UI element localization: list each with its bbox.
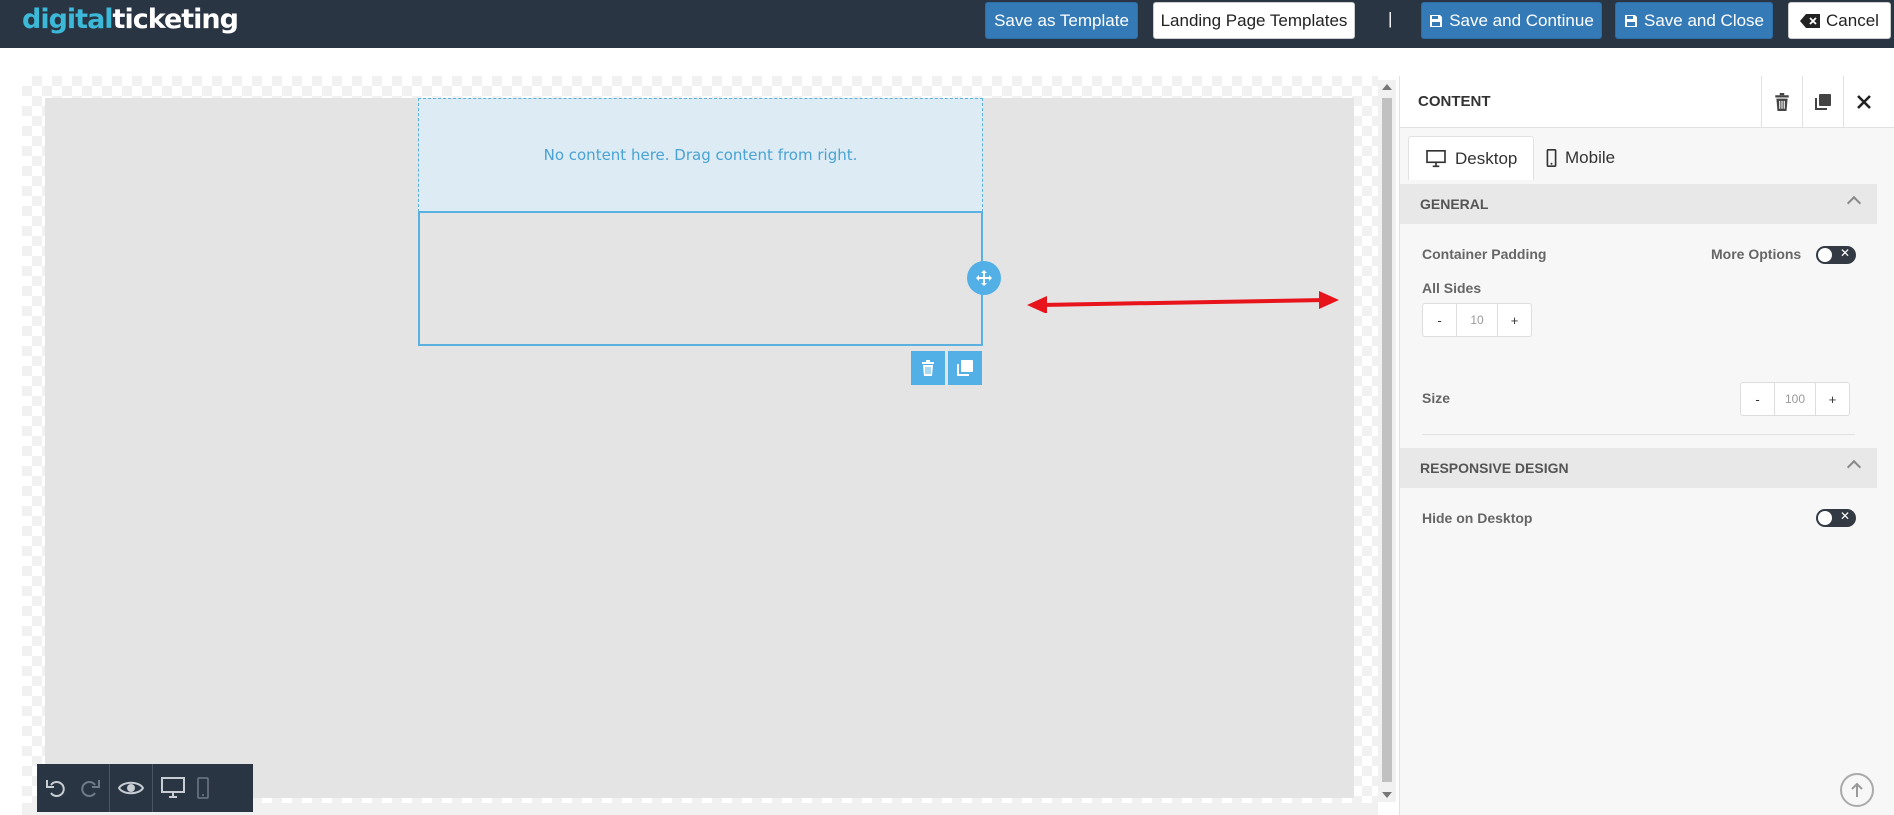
landing-page-templates-label: Landing Page Templates [1160, 10, 1348, 30]
panel-title: CONTENT [1418, 93, 1491, 110]
delete-row-button[interactable] [911, 351, 945, 385]
panel-header: CONTENT [1400, 76, 1894, 128]
floppy-disk-icon [1624, 14, 1637, 27]
size-value-input[interactable]: 100 [1775, 383, 1815, 415]
top-bar: digitalticketing Save as Template Landin… [0, 0, 1894, 48]
save-and-close-button[interactable]: Save and Close [1615, 2, 1773, 39]
resize-arrow-annotation [1027, 291, 1339, 313]
size-increment-button[interactable]: + [1815, 383, 1849, 415]
toggle-knob [1818, 511, 1832, 525]
size-decrement-button[interactable]: - [1741, 383, 1775, 415]
toggle-off-icon: ✕ [1839, 246, 1850, 260]
size-label: Size [1422, 390, 1451, 406]
duplicate-content-button[interactable] [1802, 76, 1843, 128]
save-and-close-label: Save and Close [1643, 10, 1765, 30]
device-group [153, 764, 217, 812]
close-panel-button[interactable] [1843, 76, 1884, 128]
container-padding-label: Container Padding [1422, 246, 1547, 262]
tab-mobile-label: Mobile [1565, 148, 1616, 167]
toggle-off-icon: ✕ [1839, 509, 1850, 523]
eye-icon[interactable] [118, 779, 144, 797]
padding-decrement-button[interactable]: - [1423, 304, 1457, 336]
device-tabs: Desktop Mobile [1400, 128, 1894, 184]
general-heading: GENERAL [1420, 196, 1489, 212]
responsive-heading: RESPONSIVE DESIGN [1420, 460, 1569, 476]
save-as-template-button[interactable]: Save as Template [985, 2, 1138, 39]
padding-value-input[interactable]: 10 [1457, 304, 1497, 336]
save-and-continue-button[interactable]: Save and Continue [1421, 2, 1602, 39]
copy-icon [957, 360, 973, 376]
preview-group [110, 764, 153, 812]
responsive-section-header[interactable]: RESPONSIVE DESIGN [1400, 448, 1877, 488]
section-divider [1422, 434, 1855, 435]
tab-desktop[interactable]: Desktop [1408, 136, 1535, 180]
save-and-continue-label: Save and Continue [1449, 10, 1594, 30]
editor-toolbar [37, 764, 253, 812]
scroll-up-icon[interactable] [1382, 84, 1392, 90]
history-group [37, 764, 110, 812]
copy-icon [1815, 94, 1831, 110]
landing-page-templates-button[interactable]: Landing Page Templates [1153, 2, 1355, 39]
more-options-toggle[interactable]: ✕ [1816, 246, 1856, 264]
tab-mobile[interactable]: Mobile [1530, 136, 1631, 180]
chevron-up-icon [1846, 195, 1862, 211]
duplicate-row-button[interactable] [948, 351, 982, 385]
scroll-down-icon[interactable] [1382, 792, 1392, 798]
all-sides-label: All Sides [1422, 280, 1482, 296]
more-options-label: More Options [1711, 246, 1802, 262]
scroll-to-top-button[interactable] [1840, 773, 1874, 807]
mobile-icon [1546, 149, 1557, 167]
logo-ticketing: ticketing [112, 4, 239, 35]
logo-digital: digital [22, 4, 114, 35]
cancel-button[interactable]: Cancel [1788, 2, 1891, 39]
move-arrows-icon [976, 270, 992, 286]
hide-on-desktop-label: Hide on Desktop [1422, 510, 1533, 526]
delete-content-button[interactable] [1761, 76, 1802, 128]
content-properties-panel: CONTENT Desktop Mobile GENERAL Container… [1399, 76, 1894, 815]
hide-on-desktop-toggle[interactable]: ✕ [1816, 509, 1856, 527]
tab-desktop-label: Desktop [1455, 148, 1518, 168]
move-handle[interactable] [967, 261, 1001, 295]
trash-icon [1775, 93, 1789, 111]
redo-icon[interactable] [79, 777, 101, 799]
general-section-header[interactable]: GENERAL [1400, 184, 1877, 224]
toggle-knob [1818, 248, 1832, 262]
desktop-icon[interactable] [161, 777, 185, 799]
padding-increment-button[interactable]: + [1497, 304, 1531, 336]
empty-content-message: No content here. Drag content from right… [543, 146, 858, 164]
selected-row[interactable] [418, 211, 983, 346]
empty-content-dropzone[interactable]: No content here. Drag content from right… [418, 98, 983, 212]
trash-icon [922, 360, 934, 376]
scrollbar-thumb[interactable] [1382, 98, 1392, 782]
arrow-up-icon [1851, 782, 1863, 797]
logo[interactable]: digitalticketing [22, 4, 239, 35]
canvas-vertical-scrollbar[interactable] [1378, 80, 1396, 802]
size-stepper: - 100 + [1740, 382, 1850, 416]
close-icon [1857, 95, 1871, 109]
mobile-icon[interactable] [197, 777, 209, 799]
toolbar-separator: | [1388, 9, 1393, 28]
undo-icon[interactable] [45, 777, 67, 799]
chevron-up-icon [1846, 459, 1862, 475]
save-as-template-label: Save as Template [994, 10, 1129, 30]
desktop-icon [1426, 149, 1446, 167]
floppy-disk-icon [1430, 14, 1443, 27]
cancel-label: Cancel [1826, 10, 1879, 30]
padding-stepper: - 10 + [1422, 303, 1532, 337]
backspace-icon [1800, 13, 1821, 28]
